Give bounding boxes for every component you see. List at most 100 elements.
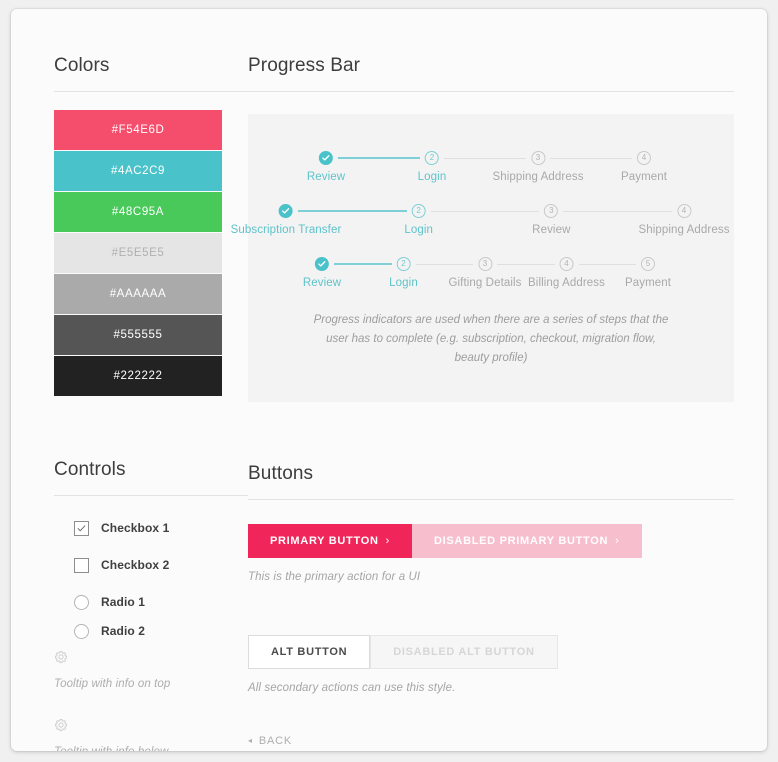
progress-step-row: Review 2 Login 3 Shipping Address 4 Payment bbox=[248, 151, 734, 201]
color-swatch: #48C95A bbox=[54, 192, 222, 232]
step-number: 3 bbox=[544, 204, 559, 218]
step-number: 2 bbox=[396, 257, 411, 271]
gear-icon[interactable] bbox=[54, 650, 68, 664]
color-swatch-label: #E5E5E5 bbox=[111, 247, 165, 259]
disabled-alt-button-label: DISABLED ALT BUTTON bbox=[393, 646, 535, 658]
checkbox-input[interactable] bbox=[74, 557, 89, 573]
step-label: Login bbox=[404, 224, 433, 236]
check-icon bbox=[77, 524, 86, 531]
color-swatch-label: #AAAAAA bbox=[109, 288, 167, 300]
step-label: Payment bbox=[620, 171, 668, 183]
step-complete-check-icon bbox=[319, 151, 333, 165]
gear-icon[interactable] bbox=[54, 718, 68, 732]
step-number: 4 bbox=[559, 257, 574, 271]
step-label: Review bbox=[532, 224, 571, 236]
color-swatch-label: #4AC2C9 bbox=[110, 165, 166, 177]
buttons-section-title: Buttons bbox=[248, 463, 314, 484]
color-swatch-list: #F54E6D #4AC2C9 #48C95A #E5E5E5 #AAAAAA #5555… bbox=[54, 110, 248, 396]
colors-section-divider bbox=[54, 91, 248, 92]
alt-button-label: ALT BUTTON bbox=[271, 646, 348, 658]
progress-step-rows: Review 2 Login 3 Shipping Address 4 Payment Sub… bbox=[231, 114, 734, 307]
progress-step[interactable]: 4 Billing Address bbox=[528, 257, 605, 289]
color-swatch-label: #222222 bbox=[113, 370, 163, 382]
progress-connector bbox=[430, 211, 540, 212]
step-label: Gifting Details bbox=[448, 277, 522, 289]
radio-row[interactable]: Radio 2 bbox=[74, 621, 248, 641]
color-swatch-label: #48C95A bbox=[111, 206, 165, 218]
back-button[interactable]: ◂ BACK bbox=[248, 735, 292, 747]
step-number: 5 bbox=[641, 257, 655, 271]
colors-section-title: Colors bbox=[54, 55, 110, 76]
progress-step[interactable]: 5 Payment bbox=[625, 257, 671, 289]
progress-step[interactable]: Subscription Transfer bbox=[231, 204, 342, 236]
radio-input[interactable] bbox=[74, 594, 89, 610]
progress-bar-section: Progress Bar Review 2 Login 3 Shipping Addre… bbox=[231, 9, 734, 402]
checkbox-row[interactable]: Checkbox 2 bbox=[74, 555, 248, 575]
checkbox-label: Checkbox 2 bbox=[101, 558, 170, 572]
radio-input[interactable] bbox=[74, 623, 89, 639]
color-swatch: #AAAAAA bbox=[54, 274, 222, 314]
step-label: Shipping Address bbox=[638, 224, 730, 236]
radio-label: Radio 1 bbox=[101, 595, 146, 609]
color-swatch: #E5E5E5 bbox=[54, 233, 222, 273]
step-label: Billing Address bbox=[528, 277, 605, 289]
color-swatch-label: #555555 bbox=[113, 329, 163, 341]
color-swatch: #4AC2C9 bbox=[54, 151, 222, 191]
right-column: Progress Bar Review 2 Login 3 Shipping Addre… bbox=[231, 9, 767, 751]
tooltip-gear-icon[interactable] bbox=[54, 718, 68, 732]
progress-step[interactable]: 4 Shipping Address bbox=[638, 204, 729, 236]
progress-section-title: Progress Bar bbox=[248, 55, 361, 76]
tooltip-block: Tooltip with info on top bbox=[54, 650, 248, 690]
tooltip-gear-icon[interactable] bbox=[54, 650, 68, 664]
back-arrow-icon: ◂ bbox=[248, 736, 253, 745]
tooltip-text: Tooltip with info below bbox=[54, 746, 248, 751]
step-complete-check-icon bbox=[278, 204, 293, 218]
progress-step[interactable]: 3 Gifting Details bbox=[448, 257, 521, 289]
progress-panel: Review 2 Login 3 Shipping Address 4 Payment Sub… bbox=[231, 114, 734, 402]
progress-step-row: Review 2 Login 3 Gifting Details 4 Billing Add… bbox=[248, 257, 734, 307]
progress-step[interactable]: 3 Review bbox=[532, 204, 570, 236]
progress-section-divider bbox=[248, 91, 734, 92]
progress-step[interactable]: 2 Login bbox=[404, 204, 433, 236]
step-number: 3 bbox=[478, 257, 492, 271]
step-label: Shipping Address bbox=[492, 171, 584, 183]
step-label: Review bbox=[302, 277, 342, 289]
primary-button-label: PRIMARY BUTTON bbox=[270, 535, 379, 547]
progress-step[interactable]: Review bbox=[303, 257, 341, 289]
step-label: Login bbox=[417, 171, 447, 183]
radio-label: Radio 2 bbox=[101, 624, 146, 638]
step-label: Login bbox=[389, 277, 418, 289]
primary-button[interactable]: PRIMARY BUTTON › bbox=[248, 524, 412, 558]
progress-step[interactable]: Review bbox=[307, 151, 345, 183]
check-icon bbox=[322, 155, 330, 161]
progress-step[interactable]: 3 Shipping Address bbox=[492, 151, 583, 183]
color-swatch-label: #F54E6D bbox=[111, 124, 165, 136]
progress-step[interactable]: 2 Login bbox=[418, 151, 447, 183]
progress-step[interactable]: 4 Payment bbox=[621, 151, 667, 183]
progress-step[interactable]: 2 Login bbox=[389, 257, 418, 289]
step-number: 3 bbox=[530, 151, 545, 165]
color-swatch: #F54E6D bbox=[54, 110, 222, 150]
controls-section-divider bbox=[54, 495, 248, 496]
buttons-section: Buttons PRIMARY BUTTON › DISABLED PRIMAR… bbox=[248, 402, 734, 751]
step-label: Review bbox=[306, 171, 346, 183]
style-guide-card: Colors #F54E6D #4AC2C9 #48C95A #E5E5E5 #AAAA… bbox=[11, 9, 767, 751]
colors-section: Colors #F54E6D #4AC2C9 #48C95A #E5E5E5 #AAAA… bbox=[54, 9, 248, 396]
checkbox-row[interactable]: Checkbox 1 bbox=[74, 518, 248, 538]
step-label: Subscription Transfer bbox=[230, 224, 342, 236]
chevron-right-icon-disabled: › bbox=[615, 535, 620, 547]
radio-row[interactable]: Radio 1 bbox=[74, 592, 248, 612]
color-swatch: #555555 bbox=[54, 315, 222, 355]
progress-description: Progress indicators are used when there … bbox=[313, 314, 669, 365]
progress-connector bbox=[334, 263, 392, 265]
alt-button-note: All secondary actions can use this style… bbox=[248, 682, 456, 694]
alt-button[interactable]: ALT BUTTON bbox=[248, 635, 371, 669]
step-complete-check-icon bbox=[315, 257, 329, 271]
left-column: Colors #F54E6D #4AC2C9 #48C95A #E5E5E5 #AAAA… bbox=[11, 9, 248, 751]
disabled-alt-button: DISABLED ALT BUTTON bbox=[370, 635, 558, 669]
progress-connector bbox=[338, 157, 420, 159]
disabled-primary-button: DISABLED PRIMARY BUTTON › bbox=[411, 524, 642, 558]
step-number: 4 bbox=[676, 204, 691, 218]
checkbox-input[interactable] bbox=[74, 520, 89, 536]
back-button-label: BACK bbox=[258, 734, 292, 747]
